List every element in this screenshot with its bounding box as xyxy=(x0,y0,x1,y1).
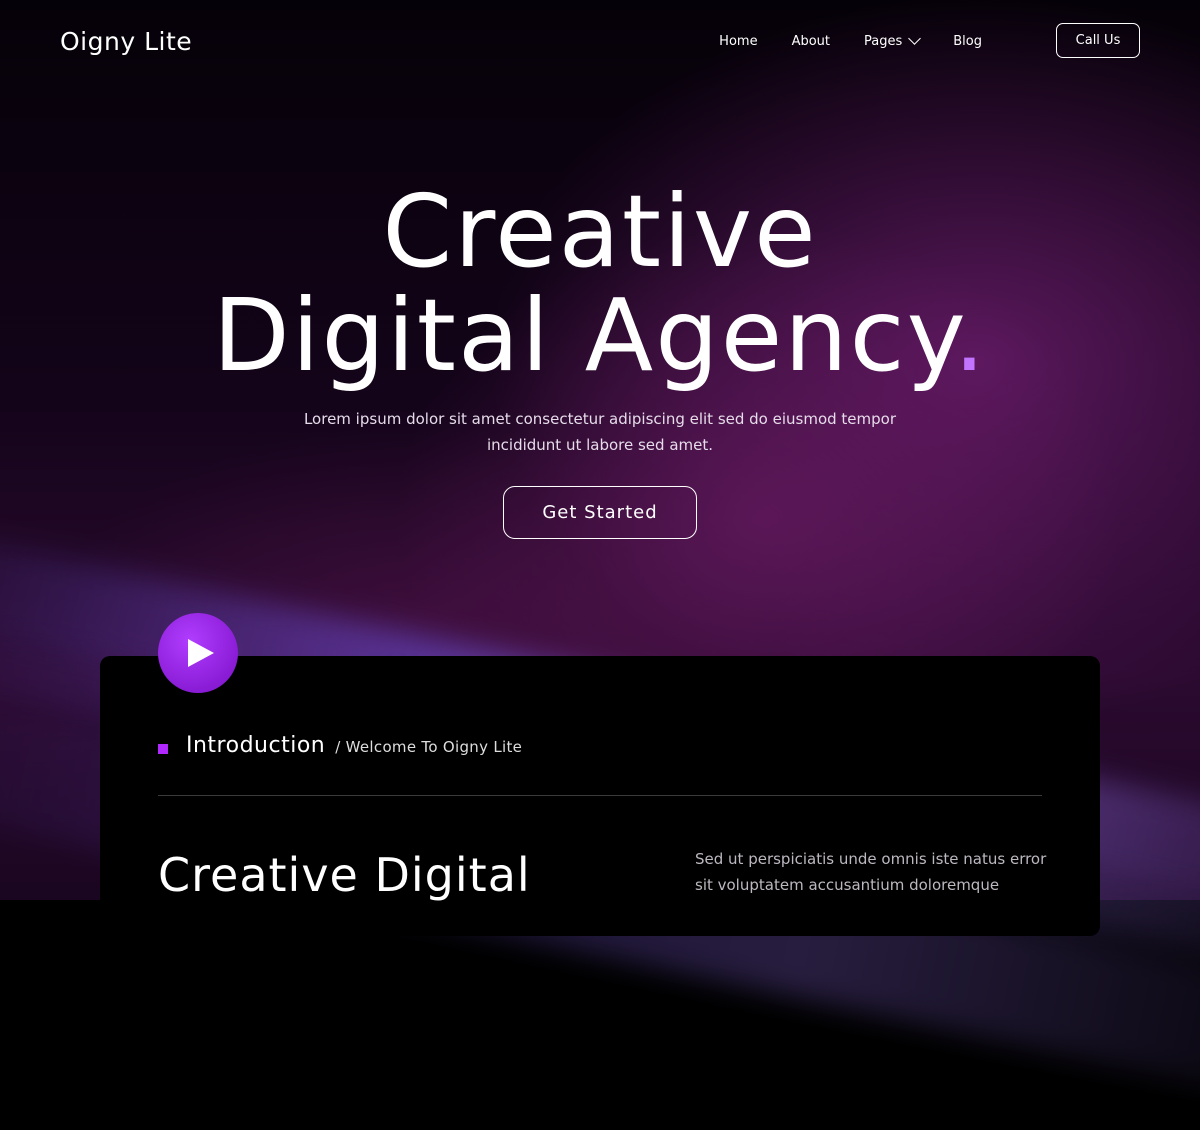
nav-item-label: Home xyxy=(719,33,758,49)
section-title: Introduction xyxy=(186,733,326,758)
hero-title-text: Digital Agency xyxy=(212,277,954,394)
nav-item-pages[interactable]: Pages xyxy=(864,32,922,49)
accent-dot: . xyxy=(953,277,988,394)
nav-item-label: Blog xyxy=(953,33,982,49)
intro-description: Sed ut perspiciatis unde omnis iste natu… xyxy=(695,850,1047,894)
hero-title: Creative Digital Agency. xyxy=(0,180,1200,388)
nav-item-label: Pages xyxy=(864,33,903,49)
nav-item-label: About xyxy=(791,33,830,49)
breadcrumb: / Welcome To Oigny Lite xyxy=(335,738,523,756)
site-header: Oigny Lite Home About Pages Blog Call Us xyxy=(60,22,1140,60)
nav-item-blog[interactable]: Blog xyxy=(953,34,982,49)
hero-title-line-2: Digital Agency. xyxy=(0,284,1200,388)
site-logo[interactable]: Oigny Lite xyxy=(60,27,192,56)
chevron-down-icon xyxy=(908,32,922,45)
call-us-button[interactable]: Call Us xyxy=(1056,23,1140,58)
nav-item-home[interactable]: Home xyxy=(719,34,757,49)
hero-title-line-1: Creative xyxy=(382,173,818,290)
get-started-button[interactable]: Get Started xyxy=(503,486,697,539)
play-video-button[interactable] xyxy=(158,613,238,693)
hero-subtitle: Lorem ipsum dolor sit amet consectetur a… xyxy=(303,410,897,454)
accent-square xyxy=(158,743,168,754)
play-icon xyxy=(188,639,214,667)
intro-heading: Creative Digital xyxy=(158,848,531,902)
nav-item-about[interactable]: About xyxy=(792,34,830,49)
main-nav: Home About Pages Blog xyxy=(719,22,982,60)
divider xyxy=(158,795,1042,796)
section-heading-row: Introduction / Welcome To Oigny Lite xyxy=(158,733,522,758)
